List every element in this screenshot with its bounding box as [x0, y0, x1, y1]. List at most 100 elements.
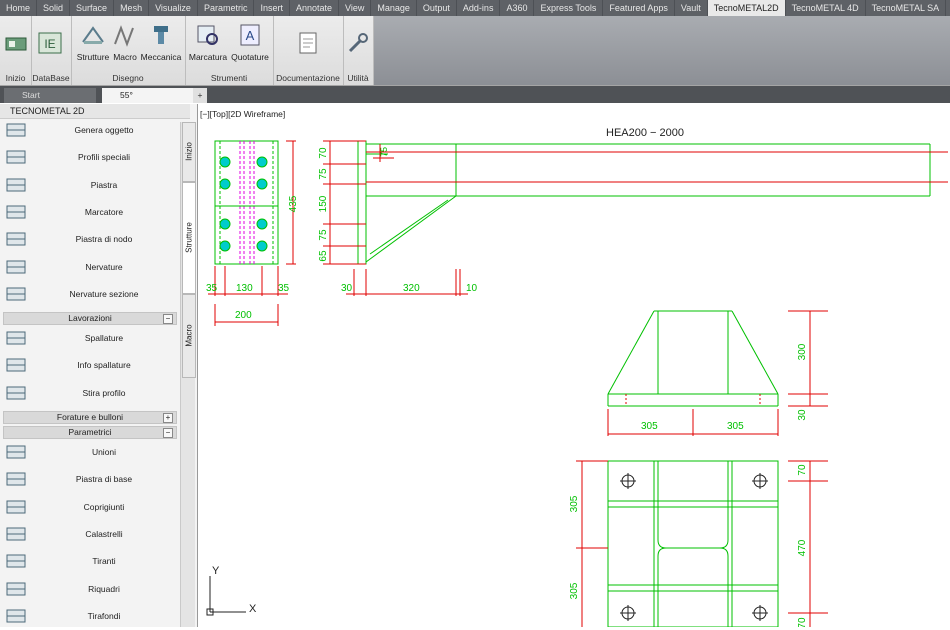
- macro-button[interactable]: Macro: [111, 22, 139, 62]
- group-title-inizio: Inizio: [5, 73, 26, 83]
- palette-item[interactable]: Piastra di base: [0, 466, 180, 493]
- macro-label: Macro: [113, 52, 137, 62]
- palette-item-label: Calastrelli: [85, 528, 123, 539]
- menu-tab-surface[interactable]: Surface: [70, 0, 115, 16]
- palette-item[interactable]: Nervature sezione: [0, 281, 180, 308]
- tab-drawing[interactable]: 55° ×: [102, 88, 204, 103]
- palette-item[interactable]: Stira profilo: [0, 380, 180, 407]
- menu-tab-vault[interactable]: Vault: [675, 0, 708, 16]
- ribbon-group-inizio: Inizio: [0, 16, 32, 85]
- column-elevation: [323, 140, 948, 296]
- palette-section-forature[interactable]: Forature e bulloni +: [3, 411, 177, 424]
- meccanica-button[interactable]: Meccanica: [139, 22, 183, 62]
- ribbon-group-database: IE DataBase: [31, 16, 72, 85]
- collapse-toggle-icon[interactable]: +: [163, 413, 173, 423]
- tool-palette: TECNOMETAL 2D Genera oggetto Profili spec…: [0, 104, 198, 627]
- strutture-label: Strutture: [76, 52, 110, 62]
- menu-tab-home[interactable]: Home: [0, 0, 38, 16]
- palette-item[interactable]: Tiranti: [0, 548, 180, 575]
- plus-icon: +: [197, 90, 203, 100]
- palette-item[interactable]: Coprigiunti: [0, 494, 180, 521]
- menu-tab-solid[interactable]: Solid: [37, 0, 71, 16]
- menu-tab-tecnometal2d[interactable]: TecnoMETAL2D: [707, 0, 786, 16]
- marcatura-button[interactable]: Marcatura: [188, 22, 228, 62]
- menu-tab-visualize[interactable]: Visualize: [149, 0, 198, 16]
- marcatura-icon: [197, 25, 218, 45]
- palette-item[interactable]: Tirafondi: [0, 603, 180, 630]
- strutture-button[interactable]: Strutture: [75, 22, 111, 62]
- tab-start[interactable]: Start: [4, 88, 96, 103]
- ucs-y-label: Y: [212, 565, 220, 577]
- svg-text:IE: IE: [44, 37, 55, 51]
- palette-item-label: Profili speciali: [78, 152, 130, 163]
- coprigiunti-icon: [6, 500, 26, 514]
- palette-item[interactable]: Profili speciali: [0, 144, 180, 171]
- palette-item[interactable]: Calastrelli: [0, 521, 180, 548]
- palette-section-lavorazioni[interactable]: Lavorazioni −: [3, 312, 177, 325]
- spallature-icon: [6, 331, 26, 345]
- menu-tab-a360[interactable]: A360: [500, 0, 535, 16]
- palette-item-label: Piastra di nodo: [75, 234, 133, 245]
- collapse-toggle-icon[interactable]: −: [163, 428, 173, 438]
- palette-item[interactable]: Piastra: [0, 172, 180, 199]
- dim-320: 320: [403, 283, 420, 294]
- palette-item-label: Stira profilo: [82, 387, 126, 398]
- collapse-toggle-icon[interactable]: −: [163, 314, 173, 324]
- menu-tab-view[interactable]: View: [339, 0, 372, 16]
- palette-item[interactable]: Unioni: [0, 439, 180, 466]
- dim-130: 130: [236, 283, 253, 294]
- dim-305a: 305: [641, 421, 658, 432]
- info-spallature-icon: [6, 358, 26, 372]
- palette-item[interactable]: Spallature: [0, 325, 180, 352]
- nervature-sezione-icon: [6, 287, 26, 301]
- dim-75a: 75: [318, 168, 329, 180]
- palette-item[interactable]: Genera oggetto: [0, 117, 180, 144]
- menu-tab-express-tools[interactable]: Express Tools: [534, 0, 604, 16]
- group-title-disegno: Disegno: [112, 73, 144, 83]
- profili-speciali-icon: [6, 150, 26, 164]
- palette-item-label: Tiranti: [92, 556, 116, 567]
- menu-tab-mesh[interactable]: Mesh: [114, 0, 150, 16]
- utilita-button[interactable]: [345, 30, 371, 60]
- palette-item-label: Unioni: [91, 447, 117, 457]
- dim-435: 435: [288, 195, 299, 212]
- inizio-button[interactable]: [3, 30, 29, 60]
- vtab-strutture-label: Strutture: [184, 222, 194, 253]
- palette-item[interactable]: Marcatore: [0, 199, 180, 226]
- palette-item-label: Riquadri: [88, 583, 120, 594]
- section-label: Parametrici: [68, 427, 112, 437]
- new-tab-button[interactable]: +: [193, 88, 207, 103]
- nervature-icon: [6, 260, 26, 273]
- menu-tab-output[interactable]: Output: [417, 0, 457, 16]
- menu-tab-add-ins[interactable]: Add-ins: [457, 0, 501, 16]
- dim-200: 200: [235, 310, 252, 321]
- menu-tab-tecnometal-sa[interactable]: TecnoMETAL SA: [866, 0, 947, 16]
- calastrelli-icon: [6, 527, 26, 541]
- menu-tab-insert[interactable]: Insert: [254, 0, 290, 16]
- palette-item-label: Genera oggetto: [74, 125, 134, 135]
- drawing-canvas[interactable]: [−][Top][2D Wireframe] HEA200 − 2000 435…: [198, 104, 950, 627]
- vtab-macro[interactable]: Macro: [182, 294, 196, 378]
- dim-305-vert-a: 305: [569, 495, 580, 512]
- palette-item[interactable]: Info spallature: [0, 352, 180, 379]
- palette-item[interactable]: Nervature: [0, 254, 180, 281]
- palette-item[interactable]: Piastra di nodo: [0, 226, 180, 253]
- menu-tab-annotate[interactable]: Annotate: [290, 0, 339, 16]
- menu-tab-featured-apps[interactable]: Featured Apps: [603, 0, 675, 16]
- vtab-inizio[interactable]: Inizio: [182, 122, 196, 182]
- group-title-utilita: Utilità: [347, 73, 369, 83]
- dim-65: 65: [318, 250, 329, 262]
- documentazione-button[interactable]: [295, 30, 321, 60]
- palette-item-label: Coprigiunti: [83, 501, 125, 512]
- palette-section-parametrici[interactable]: Parametrici −: [3, 426, 177, 439]
- menu-tab-parametric[interactable]: Parametric: [198, 0, 255, 16]
- database-icon: IE: [38, 32, 62, 54]
- quotature-icon: A: [240, 24, 260, 46]
- database-button[interactable]: IE: [37, 30, 63, 60]
- vtab-strutture[interactable]: Strutture: [182, 182, 196, 294]
- dim-300: 300: [797, 343, 808, 360]
- palette-item[interactable]: Riquadri: [0, 576, 180, 603]
- menu-tab-tecnometal-4d[interactable]: TecnoMETAL 4D: [786, 0, 866, 16]
- menu-tab-manage[interactable]: Manage: [371, 0, 417, 16]
- quotature-button[interactable]: A Quotature: [229, 22, 271, 62]
